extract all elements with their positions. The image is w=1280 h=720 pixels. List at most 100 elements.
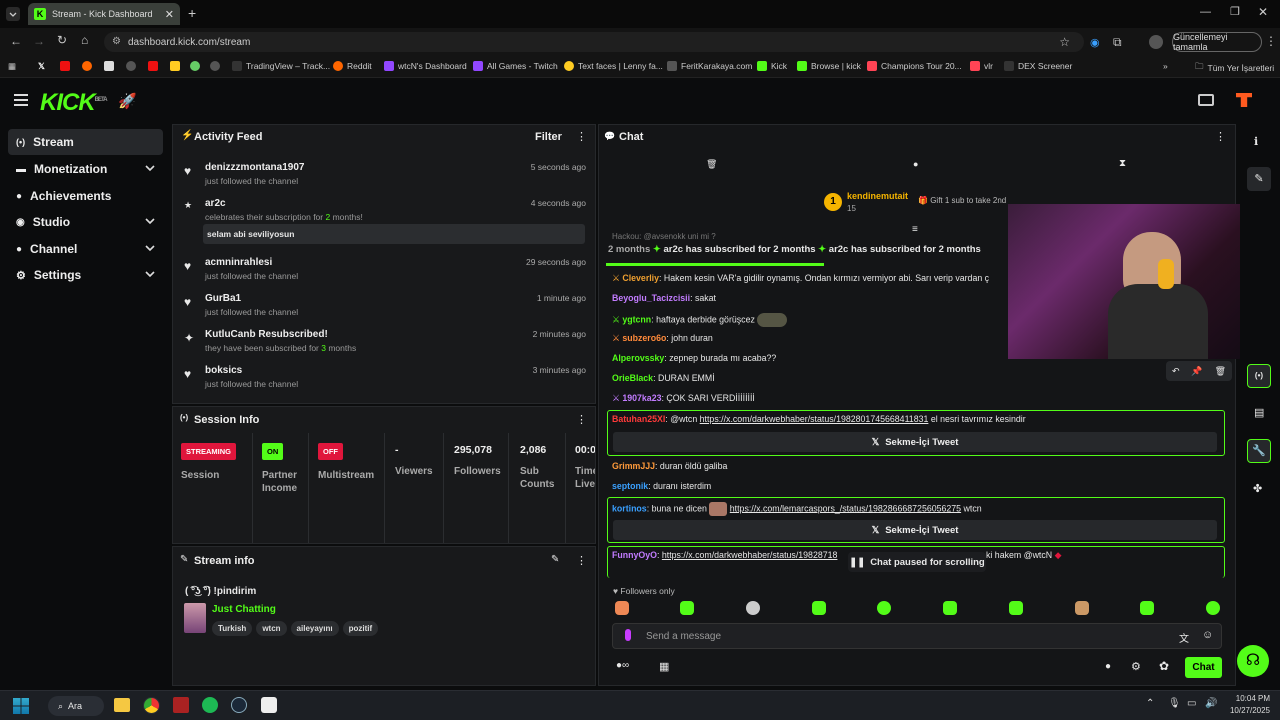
forward-icon[interactable]: →: [33, 34, 45, 48]
chat-message[interactable]: ⚔ Cleverliy: Hakem kesin VAR'a gidilir o…: [612, 273, 1006, 284]
kick-logo[interactable]: KICKBETA: [40, 89, 108, 117]
reddit-bookmark-icon[interactable]: [82, 61, 92, 71]
gift-sub-icon[interactable]: ✿: [1159, 659, 1169, 673]
chat-settings-bubble-icon[interactable]: ●: [1105, 661, 1111, 672]
reload-icon[interactable]: ↻: [57, 33, 67, 47]
tag[interactable]: pozitif: [342, 621, 379, 636]
obs-icon[interactable]: [261, 697, 277, 713]
close-window-button[interactable]: ✕: [1258, 5, 1268, 19]
trash-icon[interactable]: 🗑: [706, 159, 717, 170]
bookmark-champions-tour[interactable]: Champions Tour 20...: [867, 61, 962, 71]
minimize-button[interactable]: —: [1200, 6, 1211, 18]
tag[interactable]: Turkish: [212, 621, 253, 636]
delete-icon[interactable]: 🗑: [1215, 366, 1226, 377]
sidebar-item-monetization[interactable]: ▬ Monetization: [8, 156, 163, 182]
reply-icon[interactable]: ↶: [1172, 366, 1180, 377]
emote-icon[interactable]: [680, 601, 694, 615]
chat-message[interactable]: Beyoglu_Tacizcisii: sakat: [612, 293, 716, 303]
filter-button[interactable]: Filter: [535, 131, 562, 143]
site-info-icon[interactable]: ⚙: [112, 36, 121, 47]
info-icon[interactable]: ℹ: [1254, 135, 1258, 148]
taskbar-search[interactable]: ⌕ Ara: [48, 696, 104, 716]
rocket-icon[interactable]: 🚀: [118, 92, 137, 110]
send-chat-button[interactable]: Chat: [1185, 657, 1222, 678]
chrome-icon[interactable]: [143, 697, 160, 714]
emote-icon[interactable]: [812, 601, 826, 615]
browser-tab[interactable]: K Stream - Kick Dashboard ✕: [28, 3, 180, 25]
chat-message[interactable]: ⚔ ygtcnn: haftaya derbide görüşcez: [612, 313, 788, 327]
pin-icon[interactable]: 📌: [1191, 366, 1202, 377]
apps-grid-icon[interactable]: ▦: [8, 61, 16, 72]
globe-bookmark-icon[interactable]: [126, 61, 136, 71]
microphone-icon[interactable]: 🎙: [1168, 698, 1181, 709]
more-options-icon[interactable]: ⋮: [576, 554, 587, 567]
tray-chevron-icon[interactable]: ⌃: [1146, 698, 1154, 709]
browser-menu-icon[interactable]: ⋮: [1265, 34, 1277, 48]
bookmark-feritkarakaya[interactable]: FeritKarakaya.com: [667, 61, 752, 71]
translate-icon[interactable]: 文: [1179, 630, 1189, 645]
tools-icon[interactable]: 🔧: [1247, 439, 1271, 463]
more-options-icon[interactable]: ⋮: [1215, 130, 1226, 143]
url-input[interactable]: ⚙ dashboard.kick.com/stream ☆: [104, 32, 1084, 52]
tag[interactable]: aileyayını: [290, 621, 339, 636]
windows-start-icon[interactable]: [13, 698, 29, 714]
file-explorer-icon[interactable]: [114, 698, 130, 712]
bookmark-star-icon[interactable]: ☆: [1059, 35, 1070, 49]
message-icon[interactable]: ●: [913, 159, 918, 169]
layout-icon[interactable]: ▤: [1254, 406, 1264, 419]
g-bookmark-icon[interactable]: [170, 61, 180, 71]
close-tab-icon[interactable]: ✕: [165, 8, 174, 21]
tv-icon[interactable]: [1198, 94, 1214, 106]
tag[interactable]: wtcn: [256, 621, 287, 636]
sidebar-item-settings[interactable]: ⚙ Settings: [8, 262, 163, 288]
bookmark-twitch-dashboard[interactable]: wtcN's Dashboard: [384, 61, 467, 71]
emote-icon[interactable]: [1140, 601, 1154, 615]
tab-list-button[interactable]: [6, 7, 20, 21]
hourglass-icon[interactable]: ⧗: [1119, 158, 1126, 169]
more-options-icon[interactable]: ⋮: [576, 130, 587, 143]
more-options-icon[interactable]: ⋮: [576, 413, 587, 426]
chat-paused-button[interactable]: ❚❚ Chat paused for scrolling: [848, 552, 986, 572]
chat-message[interactable]: Batuhan25XI: @wtcn https://x.com/darkweb…: [612, 414, 1026, 424]
tweet-link[interactable]: https://x.com/darkwebhaber/status/198280…: [700, 414, 929, 424]
chat-message[interactable]: Alperovssky: zepnep burada mı acaba??: [612, 353, 776, 363]
sidebar-item-achievements[interactable]: ● Achievements: [8, 183, 163, 209]
chat-message[interactable]: OrieBlack: DURAN EMMİ: [612, 373, 715, 383]
emoji-icon[interactable]: ☺: [1202, 629, 1213, 641]
apps-icon[interactable]: ✤: [1253, 482, 1262, 495]
support-headset-icon[interactable]: ☊: [1237, 645, 1269, 677]
category-link[interactable]: Just Chatting: [212, 604, 276, 615]
chat-message[interactable]: ⚔ 1907ka23: ÇOK SARI VERDİİİİİİİİ: [612, 393, 755, 404]
back-icon[interactable]: ←: [10, 34, 22, 48]
home-icon[interactable]: ⌂: [81, 33, 88, 47]
store-icon[interactable]: ▦: [659, 660, 669, 673]
extension-icon[interactable]: ◉: [1090, 36, 1100, 49]
steam-icon[interactable]: [231, 697, 247, 713]
bookmark-vlr[interactable]: vlr: [970, 61, 993, 71]
y-bookmark-icon[interactable]: [148, 61, 158, 71]
all-bookmarks[interactable]: 🗀 Tüm Yer İşaretleri: [1195, 61, 1274, 75]
sidebar-item-channel[interactable]: ● Channel: [8, 236, 163, 262]
gmail-bookmark-icon[interactable]: [104, 61, 114, 71]
embedded-tweet-button[interactable]: 𝕏 Sekme-İçi Tweet: [613, 520, 1217, 540]
profile-avatar[interactable]: [1149, 35, 1163, 49]
spotify-icon[interactable]: [202, 697, 218, 713]
embedded-tweet-button[interactable]: 𝕏 Sekme-İçi Tweet: [613, 432, 1217, 452]
extensions-puzzle-icon[interactable]: ⧉: [1113, 35, 1122, 50]
globe2-bookmark-icon[interactable]: [210, 61, 220, 71]
emote-icon[interactable]: [615, 601, 629, 615]
clock-time[interactable]: 10:04 PM: [1232, 694, 1270, 703]
sidebar-item-studio[interactable]: ◉ Studio: [8, 209, 163, 235]
bookmark-reddit[interactable]: Reddit: [333, 61, 372, 71]
volume-icon[interactable]: 🔊: [1205, 698, 1217, 709]
chat-message[interactable]: kortinos: buna ne dicen https://x.com/le…: [612, 502, 982, 516]
youtube-bookmark-icon[interactable]: [60, 61, 70, 71]
emote-icon[interactable]: [943, 601, 957, 615]
broadcast-toggle-icon[interactable]: (•): [1247, 364, 1271, 388]
edit-pencil-icon[interactable]: ✎: [551, 554, 559, 565]
chat-message[interactable]: GrimmJJJ: duran öldü galiba: [612, 461, 727, 471]
leaf-bookmark-icon[interactable]: [190, 61, 200, 71]
edit-icon[interactable]: ✎: [1247, 167, 1271, 191]
tweet-link[interactable]: https://x.com/darkwebhaber/status/198287…: [662, 550, 838, 560]
chat-message[interactable]: septonik: duranı isterdim: [612, 481, 711, 491]
